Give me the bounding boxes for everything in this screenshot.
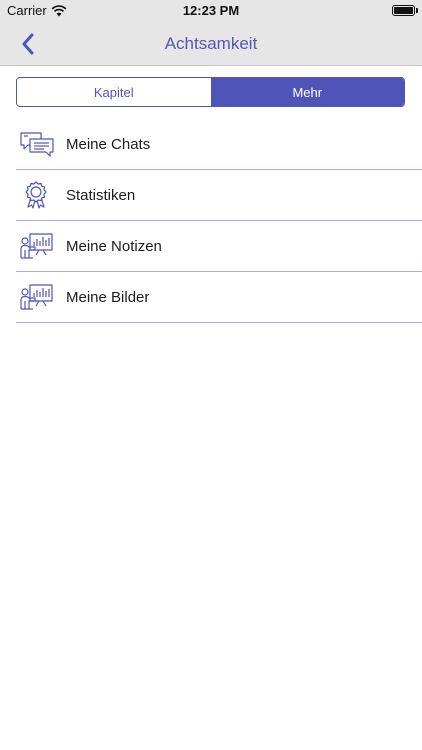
page-title: Achtsamkeit <box>164 34 258 53</box>
list-item-label: Meine Chats <box>66 135 151 153</box>
list-item-meine-chats[interactable]: Meine Chats <box>16 119 422 170</box>
list-item-meine-notizen[interactable]: Meine Notizen <box>16 221 422 272</box>
list-item-meine-bilder[interactable]: Meine Bilder <box>16 272 422 323</box>
clock: 12:23 PM <box>182 3 240 18</box>
presentation-board-icon <box>19 280 57 314</box>
battery-icon <box>392 5 415 16</box>
chat-bubbles-icon <box>19 127 57 161</box>
list-item-label: Meine Bilder <box>66 288 150 306</box>
segmented-control: Kapitel Mehr <box>16 77 405 107</box>
segment-kapitel[interactable]: Kapitel <box>17 78 211 106</box>
award-badge-icon <box>19 178 57 212</box>
menu-list: Meine Chats Statistiken Meine Notizen Me… <box>16 119 422 323</box>
list-item-label: Meine Notizen <box>66 237 162 255</box>
list-item-statistiken[interactable]: Statistiken <box>16 170 422 221</box>
navigation-bar: Achtsamkeit <box>0 22 422 66</box>
list-item-label: Statistiken <box>66 186 136 204</box>
segment-mehr[interactable]: Mehr <box>210 78 404 106</box>
status-bar: Carrier 12:23 PM <box>0 0 422 22</box>
battery-cap <box>416 8 418 13</box>
presentation-board-icon <box>19 229 57 263</box>
